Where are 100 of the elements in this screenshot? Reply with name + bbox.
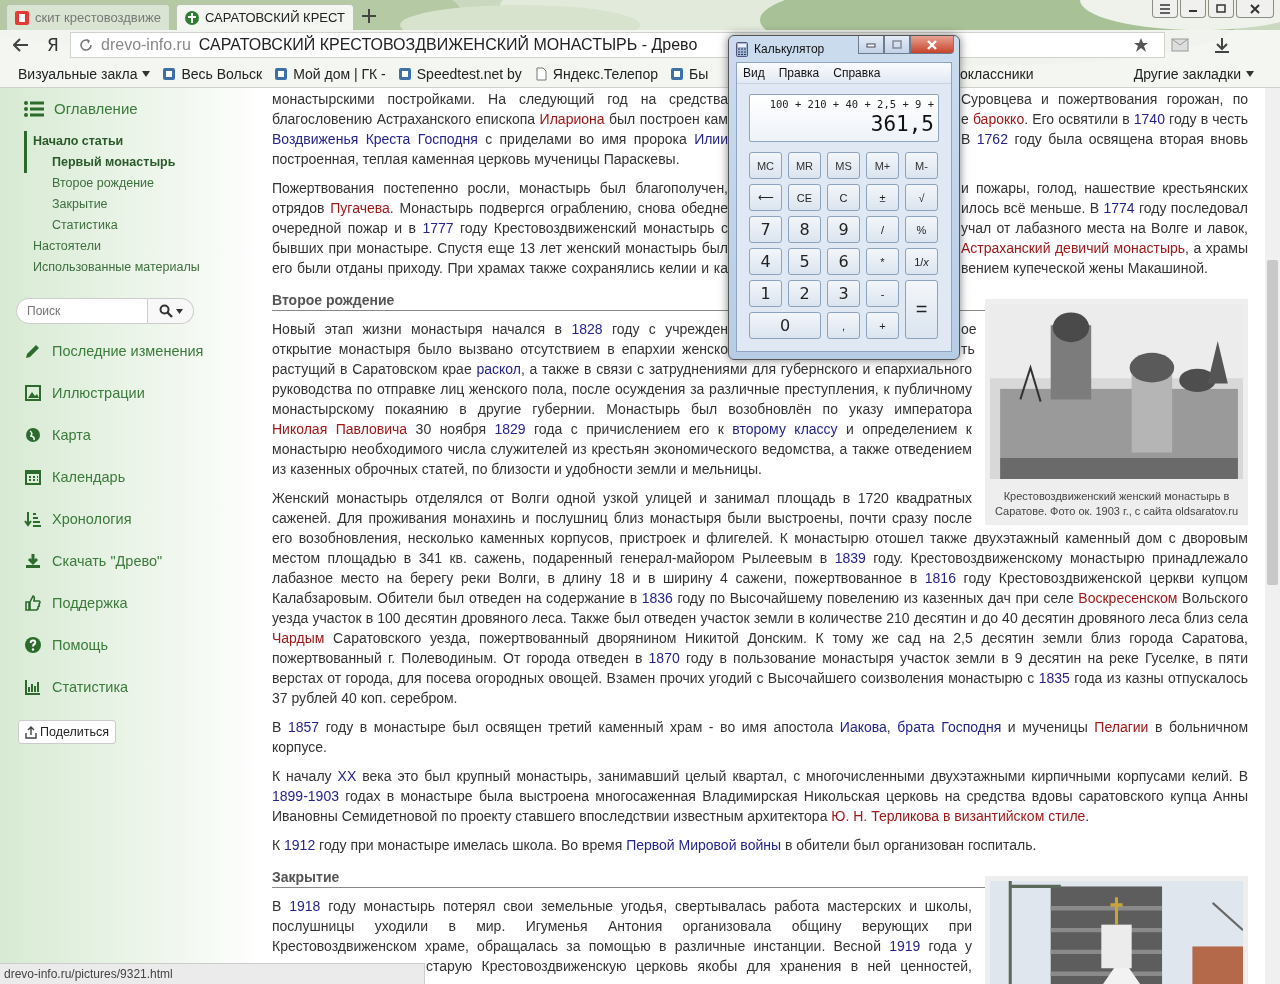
- bookmark[interactable]: Другие закладки: [1133, 65, 1254, 82]
- calculator-key[interactable]: MC: [749, 152, 782, 179]
- close-button[interactable]: [1236, 0, 1274, 18]
- link[interactable]: Илариона: [539, 111, 605, 127]
- calculator-key[interactable]: ⟵: [749, 184, 782, 211]
- link[interactable]: Илии: [694, 131, 728, 147]
- bookmark[interactable]: Бы: [670, 65, 709, 82]
- minimize-button[interactable]: [1180, 0, 1206, 18]
- calculator-key[interactable]: 9: [827, 216, 860, 243]
- calculator-key[interactable]: ±: [866, 184, 899, 211]
- calculator-key[interactable]: 5: [788, 248, 821, 275]
- link[interactable]: Николая: [272, 421, 328, 437]
- yandex-button[interactable]: Я: [36, 34, 70, 56]
- calculator-key[interactable]: *: [866, 248, 899, 275]
- calculator-key[interactable]: %: [905, 216, 938, 243]
- search-field[interactable]: Поиск: [16, 298, 148, 324]
- bookmark[interactable]: Весь Вольск: [162, 65, 263, 82]
- link[interactable]: второму классу: [732, 421, 838, 437]
- link[interactable]: XX: [337, 768, 357, 784]
- menu-item[interactable]: Вид: [743, 66, 765, 80]
- link[interactable]: 1836: [641, 590, 673, 606]
- link[interactable]: Пелагии: [1094, 719, 1149, 735]
- sidebar-item[interactable]: Статистика: [24, 676, 262, 698]
- calculator-key[interactable]: =: [905, 280, 938, 339]
- sidebar-item[interactable]: Иллюстрации: [24, 382, 262, 404]
- calculator-key[interactable]: /: [866, 216, 899, 243]
- calculator-key[interactable]: 8: [788, 216, 821, 243]
- menu-button[interactable]: [1152, 0, 1178, 18]
- sidebar-item[interactable]: Хронология: [24, 508, 262, 530]
- search-button[interactable]: [148, 298, 194, 324]
- link[interactable]: Иакова: [839, 719, 887, 735]
- link[interactable]: 1740: [1133, 111, 1165, 127]
- sidebar-item[interactable]: Карта: [24, 424, 262, 446]
- bookmark[interactable]: Визуальные закла: [18, 65, 151, 82]
- calculator-key[interactable]: MR: [788, 152, 821, 179]
- calculator-key[interactable]: 7: [749, 216, 782, 243]
- toc-item[interactable]: Использованные материалы: [24, 257, 262, 278]
- calculator-key[interactable]: 1/x: [905, 248, 938, 275]
- scrollbar-thumb[interactable]: [1267, 260, 1278, 585]
- link[interactable]: 1777: [422, 220, 454, 236]
- link[interactable]: 1829: [494, 421, 526, 437]
- link[interactable]: Воскресенском: [1078, 590, 1178, 606]
- link[interactable]: 1919: [889, 938, 921, 954]
- link[interactable]: Чардым: [272, 630, 325, 646]
- link[interactable]: раскол: [476, 361, 521, 377]
- browser-tab[interactable]: скит крестовоздвиже: [6, 4, 170, 30]
- calculator-key[interactable]: 3: [827, 280, 860, 307]
- link[interactable]: Пугачева: [330, 200, 390, 216]
- link[interactable]: 1899-1903: [272, 788, 339, 804]
- link[interactable]: 1835: [1038, 670, 1070, 686]
- calculator-key[interactable]: +: [866, 312, 899, 339]
- bookmark[interactable]: оклассники: [960, 65, 1034, 82]
- bookmark[interactable]: Speedtest.net by: [397, 65, 522, 82]
- link[interactable]: 1774: [1103, 200, 1135, 216]
- calculator-key[interactable]: √: [905, 184, 938, 211]
- browser-tab[interactable]: САРАТОВСКИЙ КРЕСТ: [175, 4, 354, 30]
- link[interactable]: брата Господня: [897, 719, 1002, 735]
- sidebar-item[interactable]: Последние изменения: [24, 340, 262, 362]
- link[interactable]: 1870: [648, 650, 680, 666]
- sidebar-item[interactable]: Календарь: [24, 466, 262, 488]
- toc-item[interactable]: Настоятели: [24, 236, 262, 257]
- toc-item[interactable]: Начало статьи: [24, 131, 262, 152]
- toc-item[interactable]: Закрытие: [24, 194, 262, 215]
- link[interactable]: Ю. Н. Терликова: [831, 808, 940, 824]
- menu-item[interactable]: Правка: [778, 66, 820, 80]
- maximize-button[interactable]: [1208, 0, 1234, 18]
- link[interactable]: Воздвиженья Креста Господня: [272, 131, 478, 147]
- link[interactable]: 1816: [924, 570, 956, 586]
- toc-item[interactable]: Второе рождение: [24, 173, 262, 194]
- sidebar-item[interactable]: Помощь: [24, 634, 262, 656]
- link[interactable]: 1762: [976, 131, 1008, 147]
- calculator-key[interactable]: CE: [788, 184, 821, 211]
- link[interactable]: 1828: [571, 321, 603, 337]
- toc-item[interactable]: Статистика: [24, 215, 262, 236]
- calculator-key[interactable]: 6: [827, 248, 860, 275]
- bookmark[interactable]: Яндекс.Телепор: [533, 65, 658, 82]
- calculator-key[interactable]: C: [827, 184, 860, 211]
- calculator-key[interactable]: ,: [827, 312, 860, 339]
- link[interactable]: Первой Мировой войны: [626, 837, 782, 853]
- share-button[interactable]: Поделиться: [18, 720, 117, 744]
- calculator-key[interactable]: M+: [866, 152, 899, 179]
- sidebar-item[interactable]: Поддержка: [24, 592, 262, 614]
- link[interactable]: 1918: [289, 898, 321, 914]
- bookmark[interactable]: Мой дом | ГК -: [274, 65, 386, 82]
- toc-item[interactable]: Первый монастырь: [24, 152, 262, 173]
- scrollbar[interactable]: [1265, 88, 1280, 984]
- link[interactable]: 1857: [287, 719, 320, 735]
- maximize-button[interactable]: [884, 36, 910, 54]
- calculator-key[interactable]: -: [866, 280, 899, 307]
- link[interactable]: в византийском стиле: [939, 808, 1086, 824]
- link[interactable]: Павловича: [327, 421, 408, 437]
- calculator-key[interactable]: 1: [749, 280, 782, 307]
- calculator-key[interactable]: MS: [827, 152, 860, 179]
- calculator-key[interactable]: 4: [749, 248, 782, 275]
- calculator-key[interactable]: 2: [788, 280, 821, 307]
- link[interactable]: 1912: [284, 837, 316, 853]
- calculator-key[interactable]: 0: [749, 312, 821, 339]
- link[interactable]: 1839: [834, 550, 866, 566]
- calculator-key[interactable]: M-: [905, 152, 938, 179]
- sidebar-item[interactable]: Скачать "Древо": [24, 550, 262, 572]
